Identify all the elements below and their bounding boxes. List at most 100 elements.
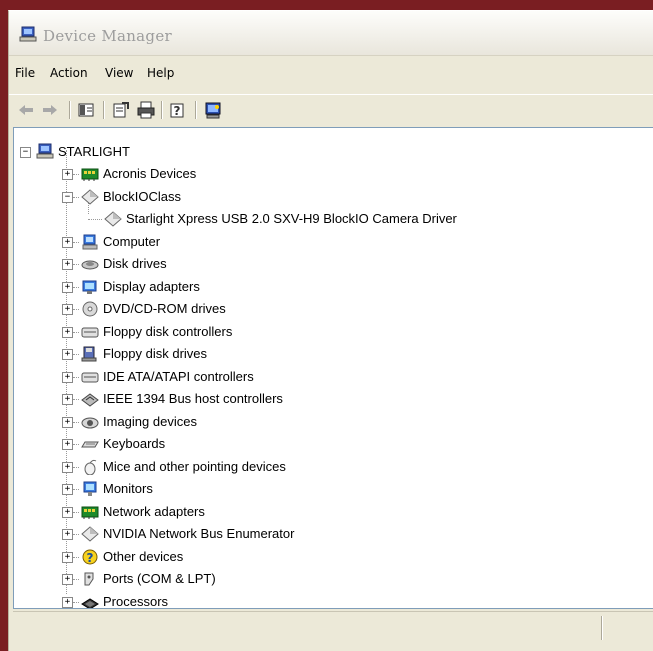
expand-toggle[interactable]: + (62, 259, 73, 270)
tree-item[interactable]: + Floppy disk controllers (14, 322, 653, 342)
help-button[interactable]: ? (167, 99, 189, 121)
tree-item[interactable]: + DVD/CD-ROM drives (14, 299, 653, 319)
forward-arrow-icon (43, 105, 57, 115)
expand-toggle[interactable]: + (62, 416, 73, 428)
tree-guide-line (73, 264, 79, 265)
expand-toggle[interactable]: + (62, 169, 73, 180)
expand-toggle[interactable]: + (62, 371, 73, 383)
diamond-device-icon (81, 188, 99, 205)
tree-guide-line (73, 399, 79, 400)
back-button[interactable] (15, 99, 37, 121)
tree-guide-line (73, 174, 79, 175)
computer-icon (36, 143, 54, 159)
tree-item[interactable]: + NVIDIA Network Bus Enumerator (14, 524, 653, 544)
print-button[interactable] (135, 99, 157, 121)
tree-item[interactable]: + Acronis Devices (14, 164, 653, 184)
expand-toggle[interactable]: + (62, 484, 73, 495)
tree-guide-line (73, 309, 79, 310)
computer-icon (82, 234, 98, 249)
expand-toggle[interactable]: + (62, 236, 73, 248)
forward-button[interactable] (39, 99, 61, 121)
tree-item[interactable]: + Imaging devices (14, 412, 653, 432)
tree-item-label: Computer (103, 233, 161, 249)
expand-toggle[interactable]: + (62, 326, 73, 338)
show-hide-tree-button[interactable] (75, 99, 97, 121)
tree-item-label: NVIDIA Network Bus Enumerator (103, 526, 295, 541)
tree-guide-line (73, 196, 79, 198)
expand-toggle[interactable]: + (62, 349, 73, 360)
expand-toggle[interactable]: + (62, 394, 73, 405)
tree-item[interactable]: + Processors (14, 592, 653, 609)
menu-view[interactable]: View (105, 66, 133, 80)
expand-toggle[interactable]: + (62, 304, 73, 315)
expand-toggle[interactable]: + (62, 574, 73, 585)
toolbar-separator (69, 101, 71, 119)
expand-toggle[interactable]: + (62, 281, 73, 293)
tree-item[interactable]: + Keyboards (14, 434, 653, 454)
expand-toggle[interactable]: + (62, 439, 73, 450)
tree-guide-line (73, 241, 79, 243)
tree-guide-line (73, 331, 79, 333)
tree-guide-line (73, 286, 79, 288)
properties-icon (113, 102, 129, 118)
keyboard-icon (81, 441, 99, 448)
tree-item-label: Starlight Xpress USB 2.0 SXV-H9 BlockIO … (126, 211, 457, 226)
menu-bar: File Action View Help (9, 63, 653, 85)
collapse-toggle[interactable]: − (62, 191, 73, 203)
status-bar (13, 611, 653, 642)
menu-help[interactable]: Help (147, 66, 174, 80)
tree-item[interactable]: + Display adapters (14, 277, 653, 297)
tree-item[interactable]: + Mice and other pointing devices (14, 457, 653, 477)
toolbar-separator (161, 101, 163, 119)
tree-item-label: Processors (103, 593, 169, 609)
tree-item[interactable]: − BlockIOClass (14, 187, 653, 207)
tree-guide-line (73, 444, 79, 445)
tree-item[interactable]: + IEEE 1394 Bus host controllers (14, 389, 653, 409)
tree-item-label: IDE ATA/ATAPI controllers (103, 368, 254, 384)
toolbar-separator (103, 101, 105, 119)
menu-file[interactable]: File (15, 66, 35, 80)
tree-guide-line (73, 534, 79, 535)
controller-icon (81, 327, 99, 337)
tree-guide-line (88, 219, 102, 220)
tree-item-label: Mice and other pointing devices (103, 458, 286, 474)
properties-button[interactable] (110, 99, 132, 121)
diamond-device-icon (104, 211, 122, 227)
tree-root-label: STARLIGHT (58, 144, 130, 159)
expand-toggle[interactable]: + (62, 461, 73, 473)
svg-text:?: ? (87, 551, 94, 565)
expand-toggle[interactable]: + (62, 506, 73, 518)
tree-item[interactable]: + Disk drives (14, 254, 653, 274)
print-icon (137, 101, 155, 119)
expand-toggle[interactable]: + (62, 551, 73, 563)
title-bar[interactable]: Device Manager (9, 11, 653, 56)
tree-item[interactable]: + Ports (COM & LPT) (14, 569, 653, 589)
toolbar-separator (195, 101, 197, 119)
display-adapter-icon (82, 280, 97, 294)
collapse-toggle[interactable]: − (20, 147, 31, 158)
tree-item[interactable]: + Floppy disk drives (14, 344, 653, 364)
menu-action[interactable]: Action (50, 66, 88, 80)
cd-drive-icon (82, 301, 98, 317)
expand-toggle[interactable]: + (62, 529, 73, 540)
tree-item[interactable]: +? Other devices (14, 547, 653, 567)
tree-item-label: Network adapters (103, 503, 205, 519)
show-hide-console-tree-icon (78, 103, 94, 117)
tree-item[interactable]: + IDE ATA/ATAPI controllers (14, 367, 653, 387)
tree-guide-line (73, 354, 79, 355)
camera-icon (81, 417, 99, 428)
mouse-icon (84, 459, 97, 475)
floppy-drive-icon (81, 346, 97, 362)
tree-item[interactable]: Starlight Xpress USB 2.0 SXV-H9 BlockIO … (14, 209, 653, 229)
tree-item[interactable]: + Monitors (14, 479, 653, 499)
tree-item[interactable]: + Network adapters (14, 502, 653, 522)
tree-root[interactable]: − STARLIGHT (14, 142, 653, 162)
back-arrow-icon (19, 105, 33, 115)
device-tree[interactable]: − STARLIGHT + Acronis Devices − BlockIOClas… (13, 127, 653, 609)
tree-guide-line (73, 466, 79, 468)
expand-toggle[interactable]: + (62, 596, 73, 608)
scan-hardware-button[interactable] (202, 99, 224, 121)
tree-item-label: Imaging devices (103, 413, 197, 429)
tree-item[interactable]: + Computer (14, 232, 653, 252)
tree-item-label: DVD/CD-ROM drives (103, 301, 226, 316)
